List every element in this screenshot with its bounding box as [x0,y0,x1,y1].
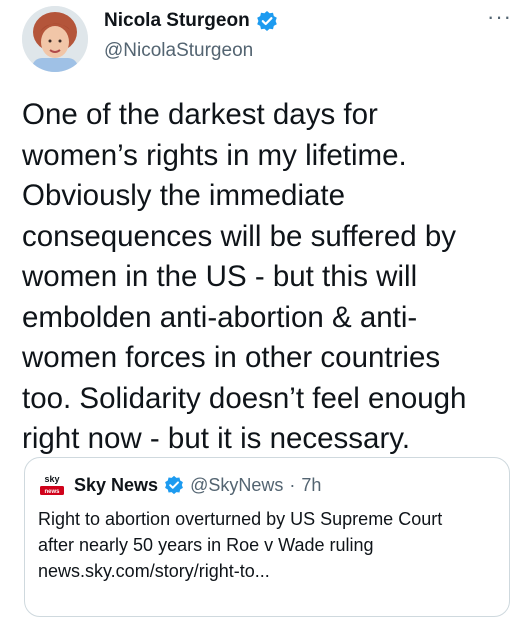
sky-news-logo-icon: sky news [38,472,66,498]
quote-timestamp[interactable]: 7h [301,475,321,496]
tweet-text-line: embolden anti-abortion & anti- [22,300,418,334]
author-name-row: Nicola Sturgeon [104,10,278,32]
tweet-text-line: Obviously the immediate [22,179,346,212]
tweet-text-line: right now - but it is necessary. [22,422,411,455]
tweet: Nicola Sturgeon @NicolaSturgeon ··· One … [0,0,532,617]
quote-text-line: after nearly 50 years in Roe v Wade ruli… [38,535,374,555]
svg-text:sky: sky [44,474,59,484]
quote-header: sky news Sky News @SkyNews · 7h [38,472,321,498]
more-options-button[interactable]: ··· [487,6,512,28]
avatar[interactable] [22,6,88,72]
tweet-text-line: consequences will be suffered by [22,219,457,253]
quote-text: Right to abortion overturned by US Supre… [38,506,498,584]
verified-badge-icon [256,10,278,32]
svg-text:news: news [44,489,60,495]
quote-author-handle[interactable]: @SkyNews [190,475,283,496]
quote-text-line: Right to abortion overturned by US Supre… [38,509,443,529]
tweet-text-line: One of the darkest days for [22,98,378,131]
avatar-image [22,6,88,72]
quote-link[interactable]: news.sky.com/story/right-to... [38,558,498,584]
author-name[interactable]: Nicola Sturgeon [104,10,250,32]
quote-tweet-card[interactable]: sky news Sky News @SkyNews · 7h Right to… [24,457,510,617]
author-handle[interactable]: @NicolaSturgeon [104,40,253,62]
tweet-text-line: too. Solidarity doesn’t feel enough [22,381,467,415]
quote-separator: · [289,474,296,495]
tweet-text-line: women forces in other countries [22,341,441,374]
tweet-text-line: women’s rights in my lifetime. [22,138,407,172]
quote-author-name[interactable]: Sky News [74,475,158,496]
verified-badge-icon [164,475,184,495]
tweet-text-line: women in the US - but this will [22,260,418,293]
tweet-text: One of the darkest days for women’s righ… [22,95,522,460]
